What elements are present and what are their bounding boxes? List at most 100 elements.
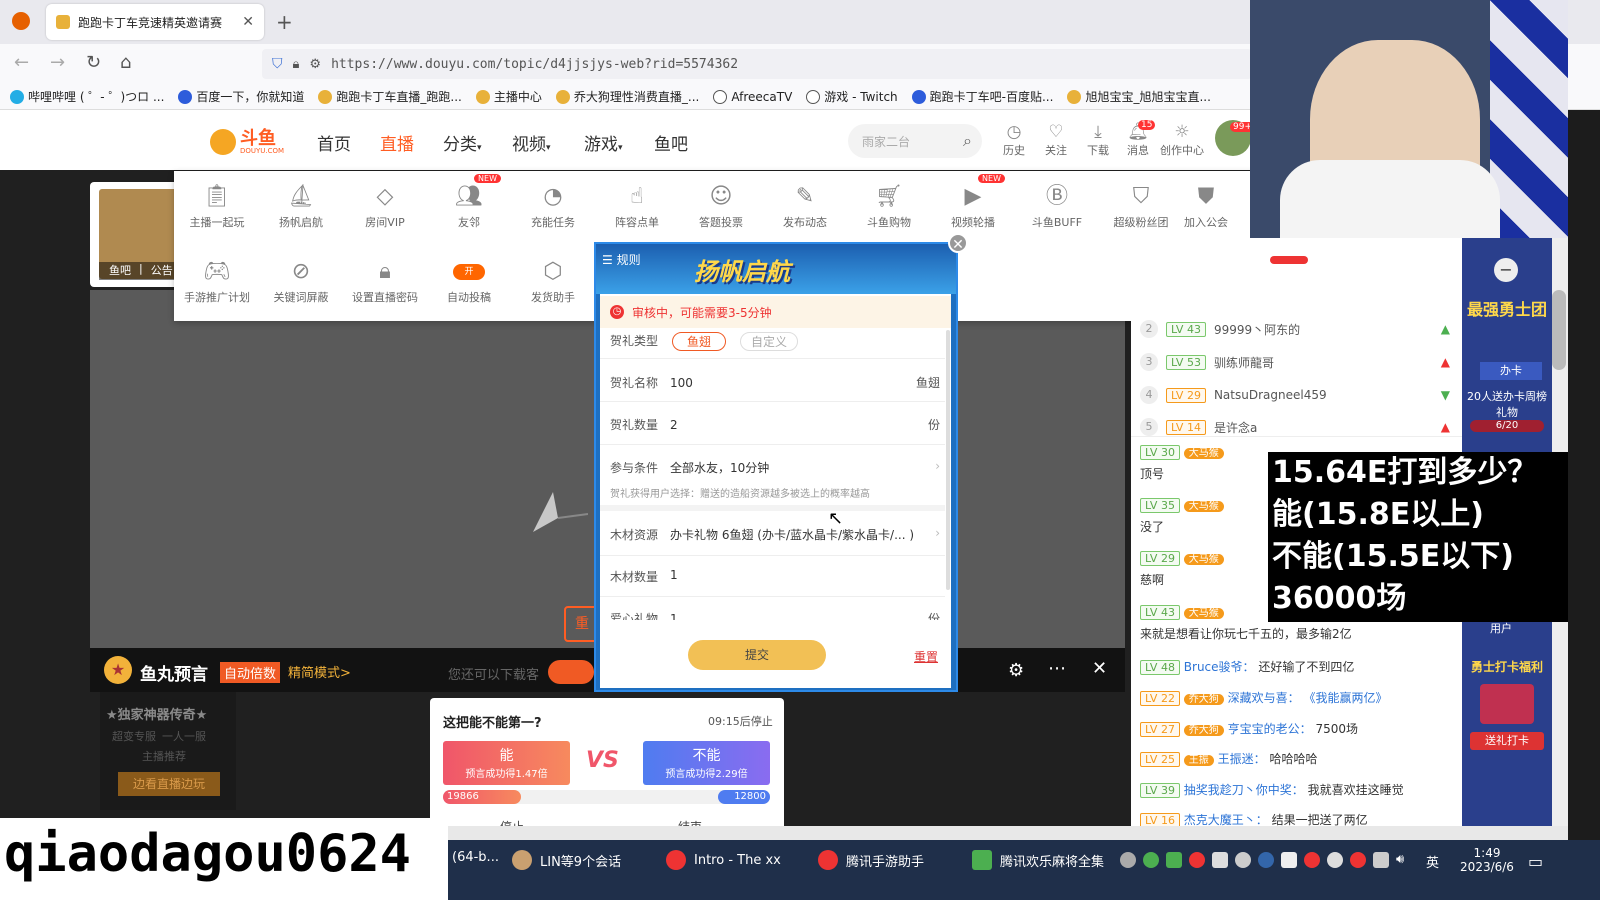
- collapse-icon[interactable]: −: [1494, 258, 1518, 282]
- taskbar-item[interactable]: LIN等9个会话: [512, 850, 621, 870]
- download-button[interactable]: ⤓ 下载: [1078, 122, 1118, 158]
- nav-home[interactable]: 首页: [317, 130, 351, 155]
- gift-type-custom[interactable]: 自定义: [740, 332, 799, 351]
- tool-item[interactable]: NEW ▶ 视频轮播: [931, 174, 1015, 230]
- tool-item[interactable]: NEW 👥︎ 友邻: [427, 174, 511, 230]
- tray-app-icon[interactable]: [1258, 852, 1274, 868]
- tool-item[interactable]: ⬡ 发货助手: [511, 255, 595, 305]
- notice-label[interactable]: 公告: [151, 262, 173, 280]
- gift-type-yuchi[interactable]: 鱼翅: [672, 332, 727, 351]
- predict-no-button[interactable]: 不能 预言成功得2.29倍: [643, 741, 770, 785]
- reload-icon[interactable]: ↻: [86, 52, 101, 73]
- search-icon[interactable]: ⌕: [963, 131, 972, 151]
- wood-resource-row[interactable]: 木材资源 办卡礼物 6鱼翅 (办卡/蓝水晶卡/紫水晶卡/... ) ›: [610, 526, 940, 543]
- condition-row[interactable]: 参与条件 全部水友，10分钟 ›: [610, 459, 940, 476]
- tray-app-icon[interactable]: [1166, 852, 1182, 868]
- dialog-scrollbar[interactable]: [946, 330, 950, 590]
- hint-button[interactable]: [548, 660, 594, 684]
- bookmark-item[interactable]: 百度一下，你就知道: [178, 88, 304, 105]
- tool-item[interactable]: ◇ 房间VIP: [343, 180, 427, 230]
- tray-app-icon[interactable]: [1304, 852, 1320, 868]
- tray-app-icon[interactable]: [1189, 852, 1205, 868]
- volume-icon[interactable]: 🔊︎: [1396, 852, 1412, 868]
- gift-name-row[interactable]: 贺礼名称 100 鱼翅: [610, 374, 940, 391]
- game-ad-button[interactable]: 边看直播边玩: [118, 772, 220, 796]
- page-scrollbar-thumb[interactable]: [1552, 290, 1566, 370]
- bookmark-item[interactable]: AfreecaTV: [713, 89, 792, 104]
- submit-button[interactable]: 提交: [688, 640, 826, 670]
- nav-live[interactable]: 直播: [380, 130, 414, 155]
- taskbar-item[interactable]: 腾讯手游助手: [818, 850, 924, 870]
- tool-item[interactable]: ⊘ 关键词屏蔽: [259, 255, 343, 305]
- notification-icon[interactable]: ▭: [1528, 852, 1543, 871]
- tool-item[interactable]: Ⓑ 斗鱼BUFF: [1015, 180, 1099, 230]
- tray-app-icon[interactable]: [1143, 852, 1159, 868]
- tray-app-icon[interactable]: [1120, 852, 1136, 868]
- tray-app-icon[interactable]: [1281, 852, 1297, 868]
- bookmark-item[interactable]: 游戏 - Twitch: [806, 88, 898, 105]
- shield-icon[interactable]: ⛉: [272, 56, 283, 72]
- dialog-close-icon[interactable]: ✕: [948, 233, 968, 253]
- tray-app-icon[interactable]: [1235, 852, 1251, 868]
- permissions-icon[interactable]: ⚙: [309, 57, 321, 72]
- bookmark-item[interactable]: 旭旭宝宝_旭旭宝宝直...: [1067, 88, 1211, 105]
- tool-item[interactable]: ⛉ 超级粉丝团: [1099, 180, 1183, 230]
- tool-item[interactable]: 开自动投稿: [427, 255, 511, 305]
- taskbar-item[interactable]: Intro - The xx: [666, 850, 781, 870]
- tool-item[interactable]: ◔ 充能任务: [511, 180, 595, 230]
- close-icon[interactable]: ✕: [1092, 658, 1107, 679]
- taskbar-item[interactable]: 腾讯欢乐麻将全集: [972, 850, 1104, 870]
- clock[interactable]: 1:49 2023/6/6: [1452, 846, 1522, 874]
- tray-app-icon[interactable]: [1350, 852, 1366, 868]
- reset-link[interactable]: 重置: [914, 648, 938, 665]
- back-icon[interactable]: ←: [14, 52, 29, 73]
- yuba-label[interactable]: 鱼吧: [109, 262, 131, 280]
- creator-center-button[interactable]: ☼ 创作中心: [1160, 122, 1204, 158]
- rank-row[interactable]: 5 LV 14 是许念a ▲: [1140, 418, 1450, 436]
- tool-item[interactable]: ☝ 阵容点单: [595, 180, 679, 230]
- address-bar[interactable]: ⛉ 🔒︎ ⚙ https://www.douyu.com/topic/d4jjs…: [262, 49, 1252, 79]
- auto-multiplier-button[interactable]: 自动倍数: [220, 662, 281, 683]
- more-icon[interactable]: ⋯: [1048, 658, 1066, 679]
- tool-item[interactable]: ✎ 发布动态: [763, 180, 847, 230]
- tool-item[interactable]: ⛊ 加入公会: [1183, 180, 1229, 230]
- tool-item[interactable]: 🎮︎ 手游推广计划: [175, 255, 259, 305]
- home-icon[interactable]: ⌂: [120, 52, 131, 73]
- history-button[interactable]: ◷ 历史: [994, 122, 1034, 158]
- promo-card[interactable]: 办卡: [1480, 362, 1542, 380]
- firefox-icon[interactable]: [12, 12, 30, 30]
- tool-item[interactable]: 🔒︎ 设置直播密码: [343, 255, 427, 305]
- gift-qty-row[interactable]: 贺礼数量 2 份: [610, 416, 940, 433]
- forward-icon[interactable]: →: [50, 52, 65, 73]
- extra-gift-row[interactable]: 爱心礼物 1 份: [610, 610, 940, 620]
- ime-indicator[interactable]: 英: [1426, 852, 1439, 871]
- new-tab-icon[interactable]: +: [276, 10, 293, 34]
- bookmark-item[interactable]: 跑跑卡丁车直播_跑跑...: [318, 88, 462, 105]
- tray-app-icon[interactable]: [1212, 852, 1228, 868]
- douyu-logo[interactable]: 斗鱼 DOUYU.COM: [210, 126, 290, 158]
- promo-checkin-button[interactable]: 送礼打卡: [1470, 732, 1544, 750]
- bookmark-item[interactable]: 哔哩哔哩 ( ゜- ゜)つロ ...: [10, 88, 164, 105]
- search-input[interactable]: 雨家二台 ⌕: [848, 124, 982, 158]
- bookmark-item[interactable]: 主播中心: [475, 88, 542, 105]
- network-icon[interactable]: [1373, 852, 1389, 868]
- rank-row[interactable]: 4 LV 29 NatsuDragneel459 ▼: [1140, 386, 1450, 404]
- tool-item[interactable]: ☺ 答题投票: [679, 180, 763, 230]
- nav-games[interactable]: 游戏▾: [584, 130, 623, 155]
- predict-yes-button[interactable]: 能 预言成功得1.47倍: [443, 741, 570, 785]
- tool-item[interactable]: 🛒︎ 斗鱼购物: [847, 180, 931, 230]
- tool-item[interactable]: ⛵︎ 扬帆启航: [259, 180, 343, 230]
- taskbar-item[interactable]: (64-b...: [452, 850, 499, 865]
- tool-item[interactable]: 📋︎ 主播一起玩: [175, 180, 259, 230]
- settings-gear-icon[interactable]: ⚙: [1008, 660, 1024, 681]
- nav-category[interactable]: 分类▾: [443, 130, 482, 155]
- auto-post-toggle[interactable]: 开: [453, 264, 485, 280]
- rank-row[interactable]: 3 LV 53 驯练师龍哥 ▲: [1140, 353, 1450, 371]
- rank-row[interactable]: 2 LV 43 99999丶阿东的 ▲: [1140, 320, 1450, 338]
- wood-qty-row[interactable]: 木材数量 1: [610, 568, 940, 585]
- bookmark-item[interactable]: 跑跑卡丁车吧-百度贴...: [911, 88, 1053, 105]
- nav-video[interactable]: 视频▾: [512, 130, 551, 155]
- tab-close-icon[interactable]: ✕: [242, 14, 254, 30]
- tray-app-icon[interactable]: [1327, 852, 1343, 868]
- nav-yuba[interactable]: 鱼吧: [654, 130, 688, 155]
